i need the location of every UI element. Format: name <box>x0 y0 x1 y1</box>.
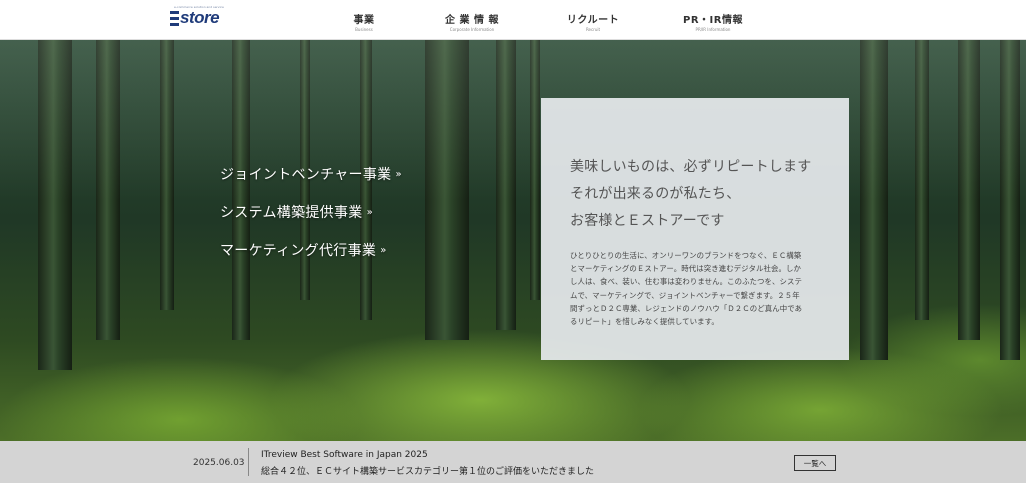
forest-background-image <box>0 40 1026 441</box>
hero-section: ジョイントベンチャー事業 » システム構築提供事業 » マーケティング代行事業 … <box>0 40 1026 441</box>
nav-business-sub: Business <box>355 27 373 32</box>
nav-recruit[interactable]: リクルート Recruit <box>563 11 623 32</box>
news-list-button[interactable]: 一覧へ <box>794 455 836 471</box>
news-divider <box>248 448 249 476</box>
system-building-link[interactable]: システム構築提供事業 » <box>220 202 402 222</box>
catch-line: お客様とＥストアーです <box>570 213 725 229</box>
nav-business-label: 事業 <box>353 15 375 26</box>
body-line: ムで、マーケティングで、ジョイントベンチャーで繋ぎます。２５年 <box>570 290 800 300</box>
body-line: 間ずっとＤ２Ｃ専業、レジェンドのノウハウ「Ｄ２Ｃのど真ん中であ <box>570 303 803 313</box>
site-header: store e-commerce solution and service 事業… <box>0 0 1026 40</box>
body-line: るリピート」を惜しみなく提供しています。 <box>570 317 719 327</box>
nav-corporate[interactable]: 企 業 情 報 Corporate Information <box>440 11 504 32</box>
message-body: ひとりひとりの生活に、オンリーワンのブランドをつなぐ、ＥＣ構築 とマーケティング… <box>570 249 821 328</box>
catch-copy: 美味しいものは、必ずリピートします それが出来るのが私たち、 お客様とＥストアー… <box>570 154 821 235</box>
nav-business[interactable]: 事業 Business <box>345 11 383 32</box>
marketing-agency-link[interactable]: マーケティング代行事業 » <box>220 240 402 260</box>
body-line: し人は、食べ、装い、住む事は変わりません。このふたつを、システ <box>570 277 802 287</box>
joint-venture-link[interactable]: ジョイントベンチャー事業 » <box>220 164 402 184</box>
business-links: ジョイントベンチャー事業 » システム構築提供事業 » マーケティング代行事業 … <box>220 164 402 278</box>
body-line: ひとりひとりの生活に、オンリーワンのブランドをつなぐ、ＥＣ構築 <box>570 251 802 260</box>
nav-corporate-label: 企 業 情 報 <box>445 15 499 26</box>
nav-pr-ir[interactable]: PR・IR情報 PR/IR Information <box>683 11 743 32</box>
double-chevron-down-icon: » <box>366 206 374 218</box>
news-date: 2025.06.03 <box>193 458 245 468</box>
joint-venture-label: ジョイントベンチャー事業 <box>220 167 392 183</box>
catch-line: それが出来るのが私たち、 <box>570 186 741 202</box>
news-bar: 2025.06.03 ITreview Best Software in Jap… <box>0 441 1026 483</box>
news-description[interactable]: 総合４２位、ＥＣサイト構築サービスカテゴリー第１位のご評価をいただきました <box>261 464 594 477</box>
nav-recruit-label: リクルート <box>566 15 620 26</box>
double-chevron-down-icon: » <box>380 244 387 256</box>
catch-line: 美味しいものは、必ずリピートします <box>570 159 812 175</box>
news-title[interactable]: ITreview Best Software in Japan 2025 <box>261 450 428 460</box>
nav-recruit-sub: Recruit <box>585 27 601 32</box>
nav-pr-ir-label: PR・IR情報 <box>683 15 743 26</box>
nav-corporate-sub: Corporate Information <box>449 27 495 32</box>
logo-tagline: e-commerce solution and service <box>174 5 224 9</box>
marketing-agency-label: マーケティング代行事業 <box>220 243 377 259</box>
main-nav: 事業 Business 企 業 情 報 Corporate Informatio… <box>0 11 1026 37</box>
body-line: とマーケティングのＥストアー。時代は突き進むデジタル社会。しか <box>570 264 801 274</box>
message-panel: 美味しいものは、必ずリピートします それが出来るのが私たち、 お客様とＥストアー… <box>541 98 849 360</box>
system-building-label: システム構築提供事業 <box>220 205 363 221</box>
double-chevron-down-icon: » <box>395 168 402 180</box>
nav-pr-ir-sub: PR/IR Information <box>695 27 731 32</box>
